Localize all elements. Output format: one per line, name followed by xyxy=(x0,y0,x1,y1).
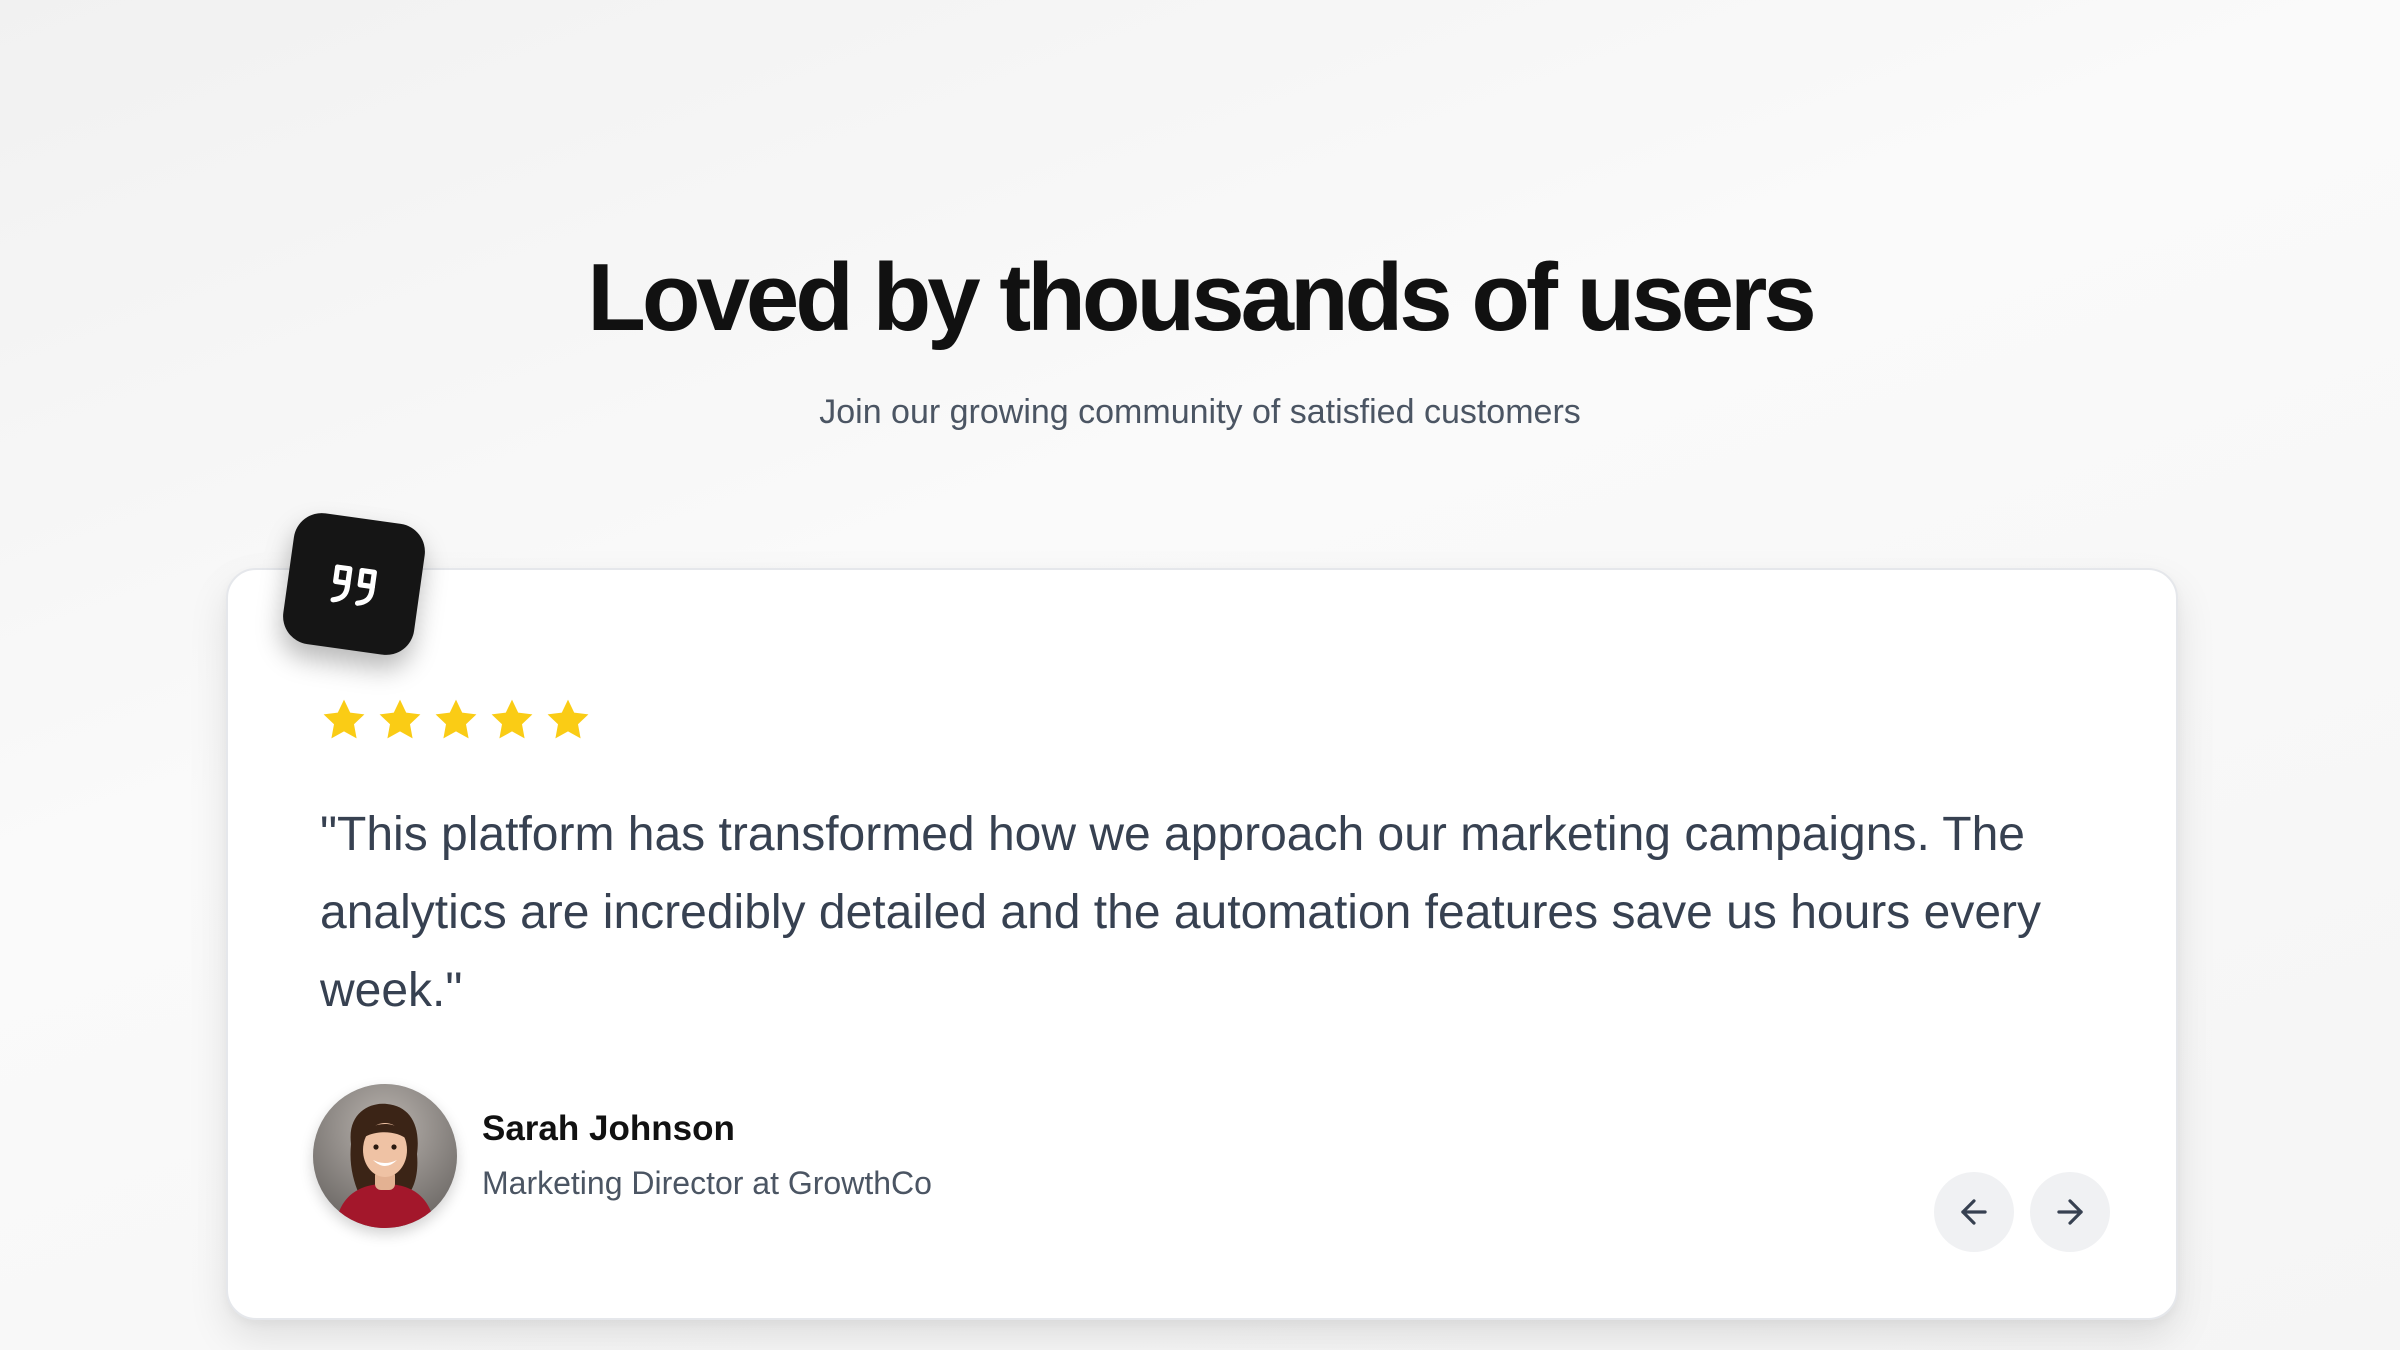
quote-icon xyxy=(330,564,377,606)
arrow-right-icon xyxy=(2057,1199,2083,1225)
star-icon xyxy=(379,699,421,739)
author-role: Marketing Director at GrowthCo xyxy=(482,1165,932,1201)
star-icon xyxy=(323,699,365,739)
next-testimonial-button[interactable] xyxy=(2030,1172,2110,1252)
section-title: Loved by thousands of users xyxy=(587,244,1817,351)
star-icon xyxy=(547,699,589,739)
author-name: Sarah Johnson xyxy=(482,1109,735,1148)
avatar-photo xyxy=(313,1084,457,1228)
star-icon xyxy=(435,699,477,739)
arrow-left-icon xyxy=(1961,1199,1987,1225)
avatar xyxy=(313,1084,457,1228)
star-icon xyxy=(491,699,533,739)
quote-badge xyxy=(279,509,429,659)
star-rating xyxy=(320,696,592,744)
previous-testimonial-button[interactable] xyxy=(1934,1172,2014,1252)
testimonial-quote: "This platform has transformed how we ap… xyxy=(320,808,2041,1017)
section-subtitle: Join our growing community of satisfied … xyxy=(819,393,1581,431)
